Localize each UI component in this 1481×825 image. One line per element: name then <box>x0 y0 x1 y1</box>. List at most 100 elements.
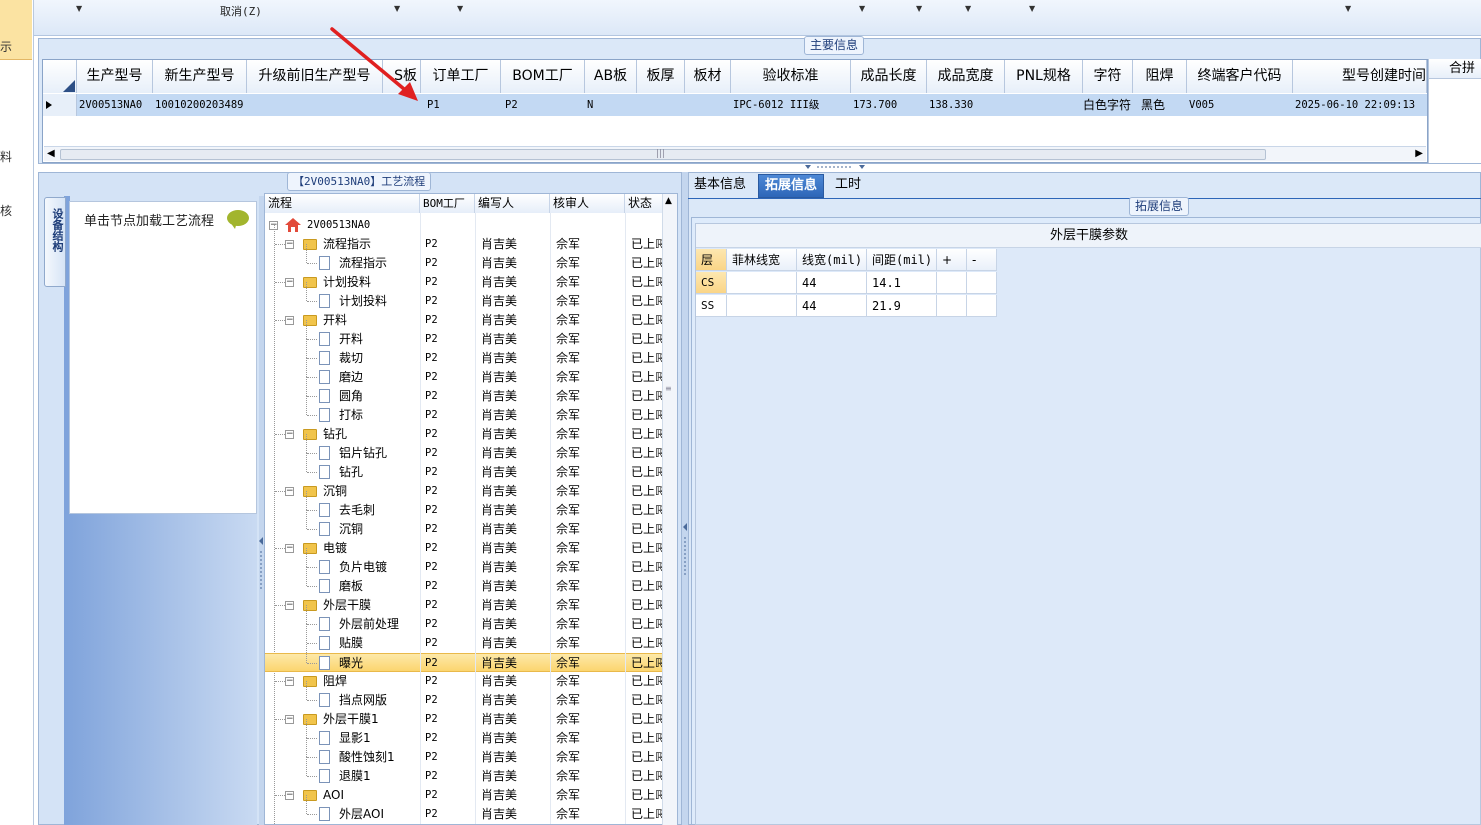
tree-col-flow[interactable]: 流程 <box>265 194 420 213</box>
collapse-icon[interactable]: − <box>285 677 294 686</box>
col-header-customer[interactable]: 终端客户代码 <box>1187 60 1293 93</box>
param-width-cs[interactable]: 44 <box>797 272 867 294</box>
tree-item-row[interactable]: 负片电镀 P2 肖吉美 佘军 已上ℝ <box>265 548 665 577</box>
param-col-linewidth[interactable]: 线宽(mil) <box>797 249 867 271</box>
col-header-char[interactable]: 字符 <box>1083 60 1133 93</box>
dropdown-arrow-icon[interactable]: ▼ <box>76 4 82 13</box>
param-col-spacing[interactable]: 间距(mil) <box>867 249 937 271</box>
main-grid-hscrollbar[interactable]: ◀ ||| ▶ <box>44 146 1426 161</box>
scroll-right-icon[interactable]: ▶ <box>1415 147 1423 161</box>
tree-group-row[interactable]: − AOI P2 肖吉美 佘军 已上ℝ <box>265 786 665 805</box>
tree-group-row[interactable]: − 阻焊 P2 肖吉美 佘军 已上ℝ <box>265 672 665 691</box>
param-empty-cell[interactable] <box>967 295 997 317</box>
scroll-left-icon[interactable]: ◀ <box>47 147 55 161</box>
tree-item-row[interactable]: 挡点网版 P2 肖吉美 佘军 已上ℝ <box>265 681 665 710</box>
col-header-standard[interactable]: 验收标准 <box>731 60 851 93</box>
param-width-ss[interactable]: 44 <box>797 295 867 317</box>
tree-item-row[interactable]: 贴膜 P2 肖吉美 佘军 已上ℝ <box>265 624 665 653</box>
cell-width[interactable]: 138.330 <box>927 94 1005 116</box>
tree-vscrollbar[interactable]: ▲ ≡ <box>662 194 677 825</box>
tree-item-row[interactable]: 外层前处理 P2 肖吉美 佘军 已上ℝ <box>265 605 665 634</box>
tree-group-row[interactable]: − 钻孔 P2 肖吉美 佘军 已上ℝ <box>265 425 665 444</box>
col-header-solder[interactable]: 阻焊 <box>1133 60 1187 93</box>
tree-item-row[interactable]: 退膜1 P2 肖吉美 佘军 已上ℝ <box>265 757 665 786</box>
add-column-button[interactable]: + <box>937 249 967 271</box>
collapse-icon[interactable]: − <box>285 791 294 800</box>
param-film-cs[interactable] <box>727 272 797 294</box>
collapse-icon[interactable]: − <box>285 544 294 553</box>
tree-item-row[interactable]: 流程指示 P2 肖吉美 佘军 已上ℝ <box>265 244 665 273</box>
col-header-created[interactable]: 型号创建时间 <box>1293 60 1427 93</box>
col-header-bom-factory[interactable]: BOM工厂 <box>501 60 585 93</box>
tree-group-row[interactable]: − 流程指示 P2 肖吉美 佘军 已上ℝ <box>265 235 665 254</box>
col-header-length[interactable]: 成品长度 <box>851 60 927 93</box>
dropdown-arrow-icon[interactable]: ▼ <box>859 4 865 13</box>
tree-item-row[interactable]: 沉铜 P2 肖吉美 佘军 已上ℝ <box>265 510 665 539</box>
tab-extended-info[interactable]: 拓展信息 <box>758 174 825 198</box>
tree-item-row[interactable]: 曝光 P2 肖吉美 佘军 已上ℝ <box>265 644 665 672</box>
cell-length[interactable]: 173.700 <box>851 94 927 116</box>
cell-char[interactable]: 白色字符 <box>1081 94 1135 116</box>
cell-order-factory[interactable]: P1 <box>425 94 501 116</box>
dropdown-arrow-icon[interactable]: ▼ <box>1029 4 1035 13</box>
collapse-icon[interactable]: − <box>285 278 294 287</box>
col-header-ab-board[interactable]: AB板 <box>585 60 637 93</box>
tree-item-row[interactable]: 磨边 P2 肖吉美 佘军 已上ℝ <box>265 358 665 387</box>
param-col-film[interactable]: 菲林线宽 <box>727 249 797 271</box>
remove-column-button[interactable]: - <box>967 249 997 271</box>
tab-work-hours[interactable]: 工时 <box>829 174 867 198</box>
tree-group-row[interactable]: − 开料 P2 肖吉美 佘军 已上ℝ <box>265 311 665 330</box>
tree-item-row[interactable]: 打标 P2 肖吉美 佘军 已上ℝ <box>265 396 665 425</box>
tree-item-row[interactable]: 圆角 P2 肖吉美 佘军 已上ℝ <box>265 377 665 406</box>
cell-standard[interactable]: IPC-6012 III级 <box>731 94 851 116</box>
tree-item-row[interactable]: 酸性蚀刻1 P2 肖吉美 佘军 已上ℝ <box>265 738 665 767</box>
tree-item-row[interactable]: 钻孔 P2 肖吉美 佘军 已上ℝ <box>265 453 665 482</box>
cancel-button[interactable]: 取消(Z) <box>220 3 262 19</box>
col-header-new-model[interactable]: 新生产型号 <box>153 60 247 93</box>
col-header-order-factory[interactable]: 订单工厂 <box>421 60 501 93</box>
collapse-icon[interactable]: − <box>285 487 294 496</box>
cell-material[interactable] <box>685 94 731 116</box>
col-header-width[interactable]: 成品宽度 <box>927 60 1005 93</box>
tree-col-status[interactable]: 状态 <box>625 194 665 213</box>
tree-item-row[interactable]: 开料 P2 肖吉美 佘军 已上ℝ <box>265 320 665 349</box>
tree-item-row[interactable]: 外层AOI P2 肖吉美 佘军 已上ℝ <box>265 795 665 824</box>
tree-group-row[interactable]: − 电镀 P2 肖吉美 佘军 已上ℝ <box>265 539 665 558</box>
tree-item-row[interactable]: 显影1 P2 肖吉美 佘军 已上ℝ <box>265 719 665 748</box>
tab-basic-info[interactable]: 基本信息 <box>688 174 752 198</box>
dropdown-arrow-icon[interactable]: ▼ <box>457 4 463 13</box>
cell-customer[interactable]: V005 <box>1187 94 1293 116</box>
cell-model[interactable]: 2V00513NA0 <box>77 94 153 116</box>
tree-col-bom[interactable]: BOM工厂 <box>420 194 475 213</box>
tree-item-row[interactable]: 磨板 P2 肖吉美 佘军 已上ℝ <box>265 567 665 596</box>
cell-ab-board[interactable]: N <box>585 94 637 116</box>
tree-item-row[interactable]: 计划投料 P2 肖吉美 佘军 已上ℝ <box>265 282 665 311</box>
param-spacing-cs[interactable]: 14.1 <box>867 272 937 294</box>
col-header-material[interactable]: 板材 <box>685 60 731 93</box>
cell-new-model[interactable]: 10010200203489 <box>153 94 247 116</box>
tree-group-row[interactable]: − 沉铜 P2 肖吉美 佘军 已上ℝ <box>265 482 665 501</box>
dropdown-arrow-icon[interactable]: ▼ <box>965 4 971 13</box>
collapse-icon[interactable]: − <box>285 715 294 724</box>
tree-group-row[interactable]: − 外层干膜1 P2 肖吉美 佘军 已上ℝ <box>265 710 665 729</box>
dropdown-arrow-icon[interactable]: ▼ <box>1345 4 1351 13</box>
param-empty-cell[interactable] <box>967 272 997 294</box>
param-layer-cs[interactable]: CS <box>696 272 727 294</box>
col-header-thickness[interactable]: 板厚 <box>637 60 685 93</box>
cell-pnl[interactable] <box>1005 94 1083 116</box>
tree-root-row[interactable]: − 2V00513NA0 <box>265 216 665 235</box>
horizontal-splitter-grip[interactable] <box>805 164 865 172</box>
cell-solder[interactable]: 黑色 <box>1139 94 1187 116</box>
tree-item-row[interactable]: 去毛刺 P2 肖吉美 佘军 已上ℝ <box>265 491 665 520</box>
param-empty-cell[interactable] <box>937 272 967 294</box>
tree-group-row[interactable]: − 外层干膜 P2 肖吉美 佘军 已上ℝ <box>265 596 665 615</box>
cell-bom-factory[interactable]: P2 <box>503 94 585 116</box>
merged-header[interactable]: 合拼 <box>1429 59 1481 79</box>
tree-item-row[interactable]: 裁切 P2 肖吉美 佘军 已上ℝ <box>265 339 665 368</box>
col-header-pnl[interactable]: PNL规格 <box>1005 60 1083 93</box>
collapse-icon[interactable]: − <box>285 430 294 439</box>
tab-equipment-structure[interactable]: 设备结构 <box>44 197 66 287</box>
cell-created[interactable]: 2025-06-10 22:09:13 <box>1293 94 1427 116</box>
col-header-model[interactable]: 生产型号 <box>77 60 153 93</box>
param-col-layer[interactable]: 层 <box>696 249 727 271</box>
